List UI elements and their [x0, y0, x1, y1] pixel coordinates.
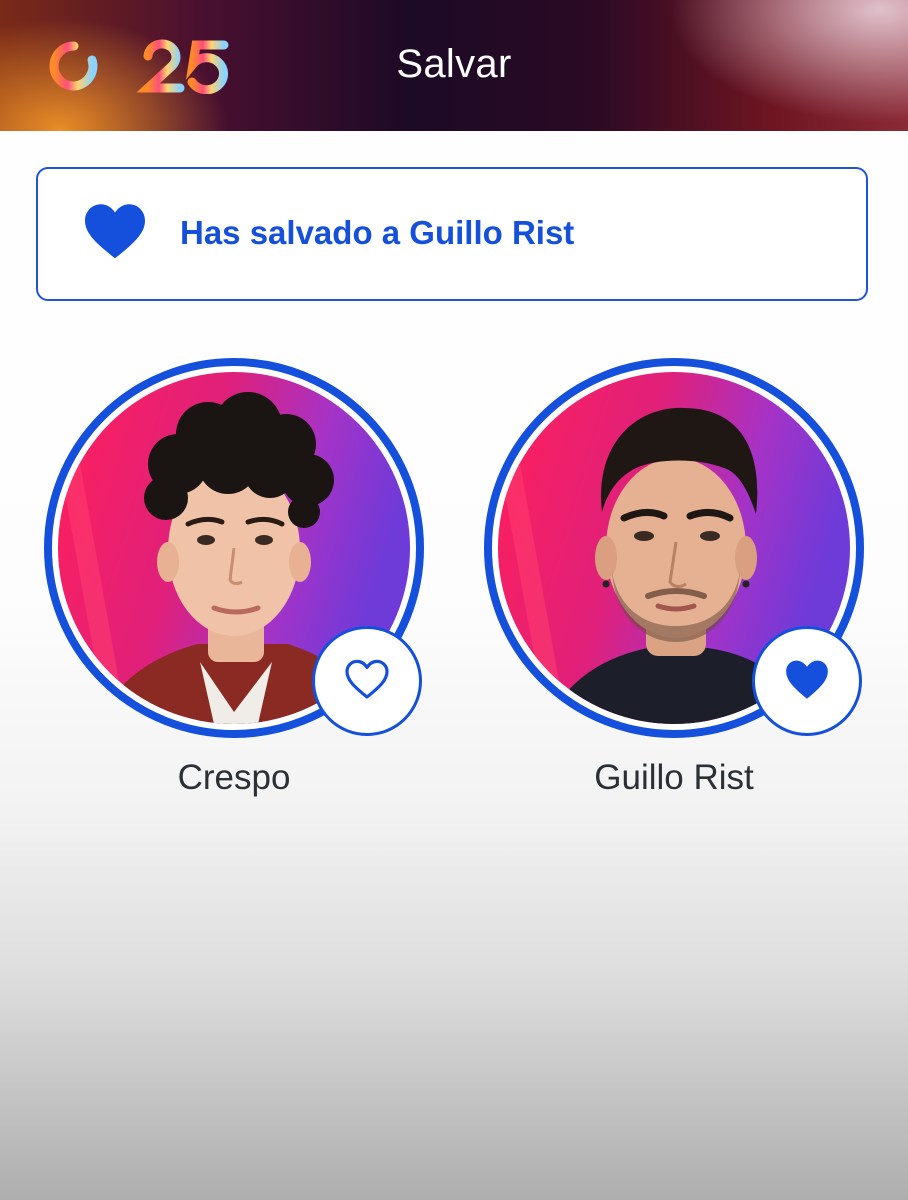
app-header: Salvar [0, 0, 908, 131]
save-contestant-button[interactable] [312, 626, 422, 736]
contestant-name: Guillo Rist [594, 758, 754, 797]
contestant-name: Crespo [177, 758, 291, 797]
banner-message: Has salvado a Guillo Rist [180, 214, 575, 251]
saved-confirmation-banner: Has salvado a Guillo Rist [36, 167, 868, 301]
heart-filled-icon [82, 201, 148, 261]
heart-outline-icon [343, 657, 391, 706]
heart-filled-icon [782, 656, 832, 707]
page-title: Salvar [396, 42, 512, 86]
save-contestant-button[interactable] [752, 626, 862, 736]
